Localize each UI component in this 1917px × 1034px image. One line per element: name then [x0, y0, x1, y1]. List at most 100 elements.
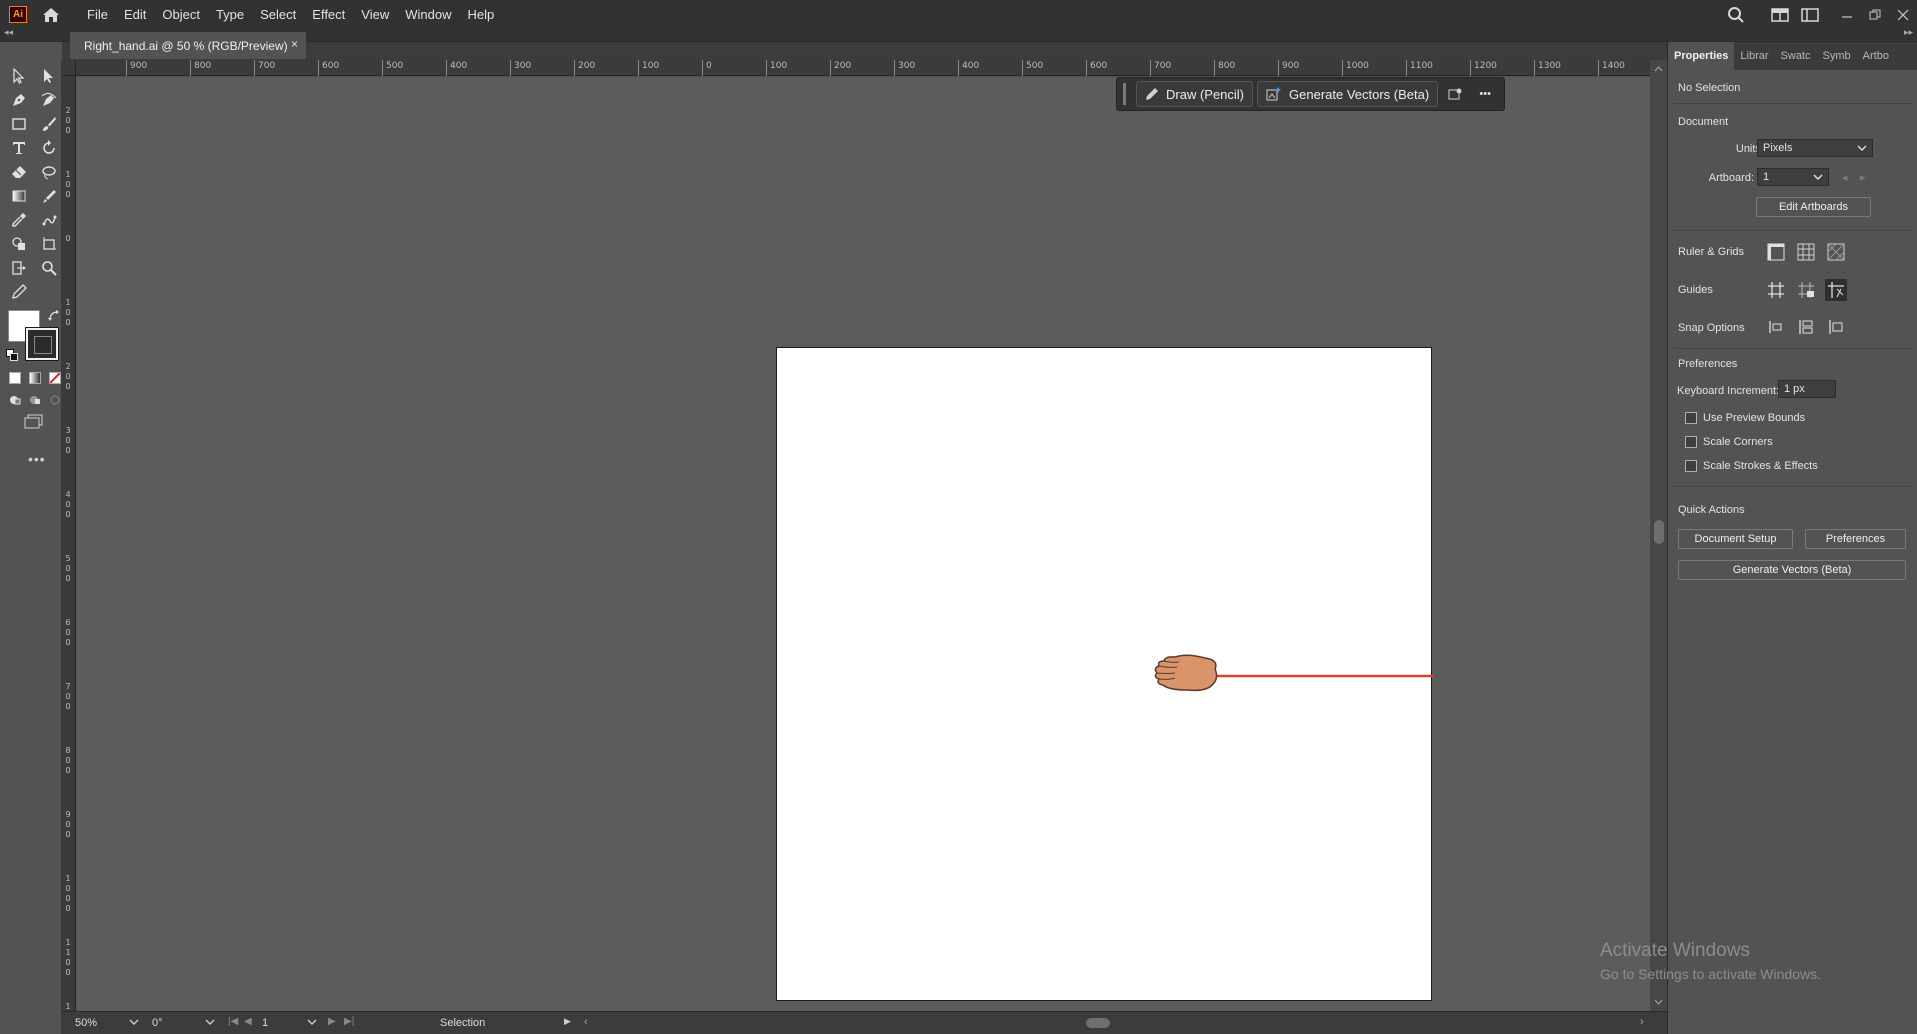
last-artboard-icon[interactable]: ▶| — [344, 1016, 354, 1027]
shape-builder-tool-icon[interactable] — [7, 232, 31, 256]
rectangle-tool-icon[interactable] — [7, 112, 31, 136]
scale-strokes-checkbox[interactable] — [1685, 460, 1697, 472]
generate-vectors-button[interactable]: Generate Vectors (Beta) — [1257, 81, 1439, 107]
tab-artboards[interactable]: Artbo — [1857, 42, 1895, 70]
puppet-warp-tool-icon[interactable] — [37, 208, 61, 232]
rotate-tool-icon[interactable] — [37, 136, 61, 160]
status-menu-icon[interactable]: ▶ — [564, 1016, 571, 1027]
lasso-tool-icon[interactable] — [37, 160, 61, 184]
edit-toolbar-icon[interactable]: ••• — [28, 451, 46, 467]
show-guides-icon[interactable] — [1765, 279, 1787, 301]
gradient-mode-icon[interactable] — [29, 372, 41, 384]
eyedropper-tool-icon[interactable] — [7, 208, 31, 232]
tab-swatches[interactable]: Swatc — [1775, 42, 1817, 70]
paintbrush-tool-icon[interactable] — [37, 112, 61, 136]
edit-artboards-button[interactable]: Edit Artboards — [1756, 197, 1871, 217]
search-icon[interactable] — [1721, 0, 1751, 29]
swap-fill-stroke-icon[interactable] — [48, 310, 60, 325]
minimize-icon[interactable] — [1833, 0, 1861, 29]
menu-window[interactable]: Window — [397, 0, 459, 29]
next-artboard-icon[interactable]: ▸ — [1860, 171, 1866, 184]
rotation-dropdown-icon[interactable] — [204, 1015, 216, 1029]
taskbar-options-icon[interactable] — [1442, 81, 1468, 107]
curvature-tool-icon[interactable] — [37, 88, 61, 112]
menu-help[interactable]: Help — [459, 0, 502, 29]
pen-tool-icon[interactable] — [7, 88, 31, 112]
stroke-color-swatch[interactable] — [25, 327, 59, 361]
draw-pencil-button[interactable]: Draw (Pencil) — [1136, 81, 1254, 107]
document-tab[interactable]: Right_hand.ai @ 50 % (RGB/Preview) × — [70, 32, 306, 59]
menu-edit[interactable]: Edit — [116, 0, 154, 29]
type-tool-icon[interactable] — [7, 136, 31, 160]
snap-to-pixel-icon[interactable] — [1825, 316, 1847, 338]
menu-type[interactable]: Type — [208, 0, 252, 29]
document-setup-button[interactable]: Document Setup — [1678, 529, 1793, 549]
eraser-tool-icon[interactable] — [7, 160, 31, 184]
zoom-tool-icon[interactable] — [37, 256, 61, 280]
selection-tool-icon[interactable] — [7, 64, 31, 88]
prev-artboard-icon[interactable]: ◂ — [1842, 171, 1848, 184]
generate-vectors-panel-button[interactable]: Generate Vectors (Beta) — [1678, 560, 1906, 580]
artboard-tool-icon[interactable] — [37, 232, 61, 256]
tab-symbols[interactable]: Symb — [1817, 42, 1857, 70]
taskbar-grip-handle[interactable] — [1123, 83, 1126, 105]
color-mode-icon[interactable] — [9, 372, 21, 384]
next-artboard-icon[interactable]: ▶ — [328, 1016, 336, 1027]
artboard-select[interactable]: 1 — [1757, 168, 1829, 186]
menu-object[interactable]: Object — [154, 0, 208, 29]
artboard-dropdown-icon[interactable] — [306, 1015, 318, 1029]
direct-selection-tool-icon[interactable] — [37, 64, 61, 88]
draw-inside-icon[interactable] — [49, 394, 61, 409]
vertical-scroll-thumb[interactable] — [1654, 520, 1664, 544]
lock-guides-icon[interactable] — [1795, 279, 1817, 301]
show-grid-icon[interactable] — [1795, 241, 1817, 263]
tab-properties[interactable]: Properties — [1668, 42, 1735, 70]
artboard[interactable] — [776, 347, 1433, 1001]
arrange-documents-icon[interactable] — [1795, 0, 1825, 29]
restore-icon[interactable] — [1861, 0, 1889, 29]
default-fill-stroke-icon[interactable] — [6, 349, 18, 364]
previous-artboard-icon[interactable]: ◀ — [244, 1016, 252, 1027]
menu-file[interactable]: File — [79, 0, 116, 29]
horizontal-ruler[interactable]: 900 800 700 600 500 400 300 200 100 0 100 200 300 400… — [76, 60, 1650, 76]
scroll-right-icon[interactable]: › — [1640, 1016, 1644, 1028]
keyboard-increment-field[interactable]: 1 px — [1778, 380, 1836, 398]
home-icon[interactable] — [39, 3, 63, 27]
document-tab-close-icon[interactable]: × — [291, 37, 298, 51]
use-preview-bounds-checkbox[interactable] — [1685, 412, 1697, 424]
pencil-tool-icon[interactable] — [7, 280, 31, 304]
close-icon[interactable] — [1889, 0, 1917, 29]
menu-select[interactable]: Select — [252, 0, 304, 29]
tab-libraries[interactable]: Librar — [1734, 42, 1774, 70]
scale-corners-checkbox[interactable] — [1685, 436, 1697, 448]
horizontal-scroll-thumb[interactable] — [1086, 1018, 1110, 1028]
units-select[interactable]: Pixels — [1757, 139, 1873, 157]
taskbar-more-icon[interactable]: ••• — [1472, 81, 1498, 107]
show-rulers-icon[interactable] — [1765, 241, 1787, 263]
free-transform-tool-icon[interactable] — [7, 256, 31, 280]
hand-illustration[interactable] — [1154, 654, 1218, 692]
show-transparency-grid-icon[interactable] — [1825, 241, 1847, 263]
scroll-left-icon[interactable]: ‹ — [584, 1016, 588, 1028]
menu-view[interactable]: View — [353, 0, 397, 29]
collapse-right-icon[interactable]: ▸▸ — [1904, 27, 1913, 38]
gradient-tool-icon[interactable] — [7, 184, 31, 208]
zoom-dropdown-icon[interactable] — [128, 1015, 140, 1029]
snap-to-point-icon[interactable] — [1765, 316, 1787, 338]
smart-guides-icon[interactable] — [1825, 279, 1847, 301]
first-artboard-icon[interactable]: |◀ — [228, 1016, 238, 1027]
collapse-left-icon[interactable]: ◂◂ — [4, 27, 13, 38]
none-mode-icon[interactable] — [49, 372, 61, 384]
mesh-tool-icon[interactable] — [37, 184, 61, 208]
vertical-ruler[interactable]: 200 100 0 100 200 300 400 500 600 700 800 900 1000 11… — [62, 76, 76, 1034]
artboard-number-field[interactable]: 1 — [262, 1017, 306, 1029]
ruler-origin[interactable] — [62, 60, 76, 76]
workspace-switcher-icon[interactable] — [1765, 0, 1795, 29]
scroll-up-icon[interactable] — [1650, 64, 1667, 74]
scroll-down-icon[interactable] — [1650, 997, 1667, 1007]
screen-mode-icon[interactable] — [24, 414, 44, 433]
menu-effect[interactable]: Effect — [304, 0, 353, 29]
vertical-scrollbar[interactable] — [1650, 60, 1667, 1011]
draw-normal-icon[interactable] — [9, 394, 21, 409]
snap-to-grid-icon[interactable] — [1795, 316, 1817, 338]
